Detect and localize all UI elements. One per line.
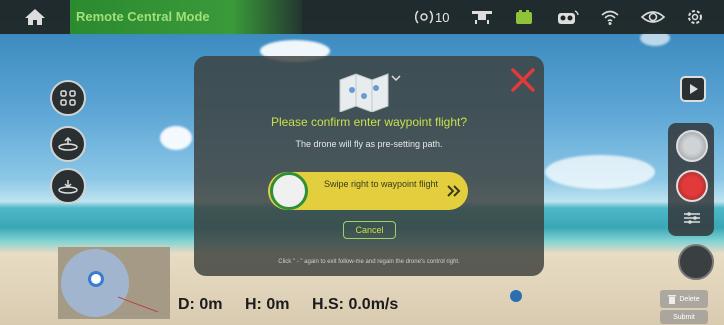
satellite-status: 10 <box>415 8 449 26</box>
battery-status <box>514 8 534 26</box>
swipe-handle[interactable] <box>270 172 308 210</box>
drone-location-marker <box>88 271 104 287</box>
mode-label: Remote Central Mode <box>76 9 210 24</box>
swipe-to-confirm[interactable]: Swipe right to waypoint flight <box>268 172 468 210</box>
gear-icon <box>688 10 702 24</box>
waypoint-marker[interactable] <box>510 290 522 302</box>
drone-icon <box>472 11 492 24</box>
mini-map[interactable] <box>58 247 170 319</box>
home-icon <box>25 9 45 25</box>
dialog-hint: Click " - " again to exit follow-me and … <box>278 259 460 265</box>
dialog-description: The drone will fly as pre-setting path. <box>295 139 443 149</box>
view-toggle[interactable] <box>640 8 666 26</box>
battery-icon <box>516 10 532 24</box>
swipe-label: Swipe right to waypoint flight <box>323 179 439 189</box>
takeoff-icon <box>58 136 78 151</box>
distance-readout: D: 0m <box>178 296 223 313</box>
record-button[interactable] <box>676 170 708 202</box>
close-icon[interactable] <box>510 67 536 93</box>
satellite-icon <box>415 10 433 24</box>
landing-icon <box>58 180 78 194</box>
submit-button[interactable]: Submit <box>660 310 708 324</box>
wifi-status <box>600 8 620 26</box>
eye-icon <box>640 11 666 23</box>
home-button[interactable] <box>0 0 70 34</box>
play-icon <box>690 84 698 94</box>
settings-button[interactable] <box>686 8 704 26</box>
submit-label: Submit <box>673 313 695 321</box>
photo-button[interactable] <box>676 130 708 162</box>
top-status-bar: Remote Central Mode 10 <box>0 0 724 34</box>
grid-icon <box>60 90 76 106</box>
double-chevron-right-icon <box>447 185 461 197</box>
delete-label: Delete <box>679 295 700 303</box>
satellite-count: 10 <box>435 9 450 25</box>
camera-status <box>556 8 580 26</box>
dialog-title: Please confirm enter waypoint flight? <box>270 115 468 129</box>
camera-icon <box>558 10 579 24</box>
trash-icon <box>668 294 677 304</box>
hspeed-readout: H.S: 0.0m/s <box>312 296 399 313</box>
adjust-icon[interactable] <box>682 210 702 226</box>
playback-button[interactable] <box>680 76 706 102</box>
cancel-button[interactable]: Cancel <box>343 221 396 239</box>
cloud <box>160 126 192 150</box>
drone-status <box>470 8 494 26</box>
wifi-icon <box>601 10 619 25</box>
grid-button[interactable] <box>50 80 86 116</box>
joystick-button[interactable] <box>678 244 714 280</box>
height-readout: H: 0m <box>245 296 290 313</box>
map-path <box>118 296 159 313</box>
takeoff-button[interactable] <box>50 126 86 162</box>
delete-button[interactable]: Delete <box>660 290 708 308</box>
landing-button[interactable] <box>50 168 86 204</box>
map-icon <box>339 73 401 112</box>
cloud <box>545 155 655 189</box>
